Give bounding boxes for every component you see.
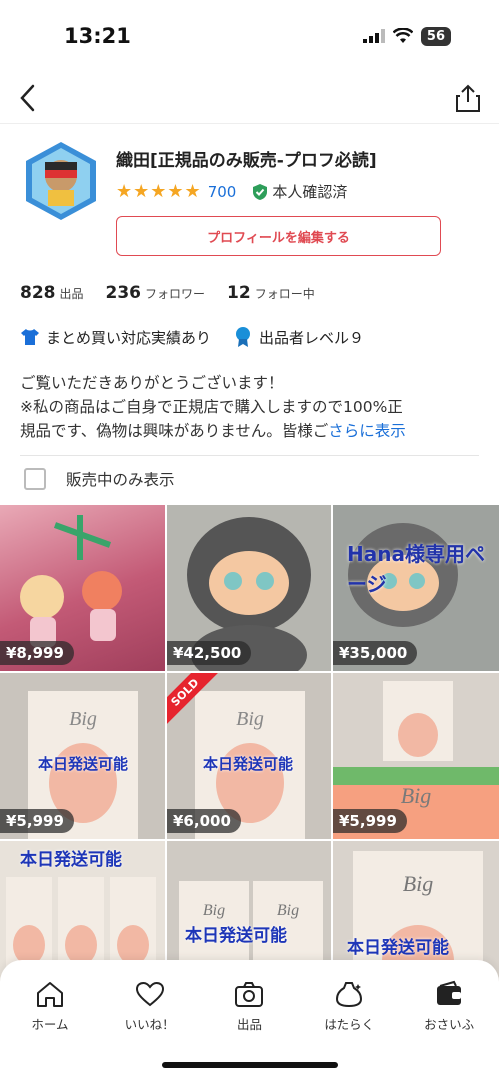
product-grid: ¥8,999 ¥42,500 Hana様専用ページ ¥35,000 Big 本日…: [0, 505, 499, 1005]
status-time: 13:21: [64, 24, 131, 48]
badge-label: 出品者レベル９: [259, 328, 365, 347]
wifi-icon: [392, 28, 413, 43]
divider: [20, 455, 479, 456]
rating-row[interactable]: ★★★★★ 700 本人確認済: [116, 181, 479, 202]
stat-following[interactable]: 12 フォロー中: [227, 283, 315, 303]
bulk-purchase-badge: まとめ買い対応実績あり: [20, 326, 211, 348]
tab-label: ホーム: [31, 1017, 69, 1032]
home-indicator: [162, 1062, 338, 1068]
status-bar: 13:21 56: [0, 0, 499, 72]
seller-badges: まとめ買い対応実績あり 出品者レベル９: [20, 326, 364, 348]
item-overlay-text: 本日発送可能: [347, 938, 449, 958]
stat-label: フォロー中: [254, 287, 315, 301]
tab-wallet[interactable]: おさいふ: [404, 980, 494, 1080]
item-overlay-text: 本日発送可能: [203, 755, 294, 773]
work-bag-icon: [336, 982, 363, 1008]
description-line: ご覧いただきありがとうございます！: [20, 374, 284, 392]
svg-text:Big: Big: [203, 902, 225, 919]
tab-label: 出品: [236, 1017, 262, 1032]
item-price: ¥35,000: [333, 641, 418, 665]
stat-label: フォロワー: [145, 287, 206, 301]
verified-check-icon: [253, 183, 268, 200]
heart-icon: [135, 981, 164, 1007]
stat-label: 出品: [59, 287, 84, 301]
show-more-link[interactable]: さらに表示: [328, 422, 406, 440]
stat-followers[interactable]: 236 フォロワー: [106, 283, 206, 303]
profile-description: ご覧いただきありがとうございます！ ※私の商品はご自身で正規店で購入しますので1…: [20, 371, 482, 443]
item-price: ¥42,500: [167, 641, 252, 665]
back-icon[interactable]: [18, 83, 38, 113]
rating-stars: ★★★★★: [116, 181, 202, 202]
item-price: ¥5,999: [0, 809, 74, 833]
item-price: ¥8,999: [0, 641, 74, 665]
tab-label: はたらく: [324, 1017, 375, 1032]
item-price: ¥6,000: [167, 809, 241, 833]
nav-bar: [0, 72, 499, 124]
item-price: ¥5,999: [333, 809, 407, 833]
product-tile[interactable]: Big ¥5,999: [333, 673, 499, 839]
verified-badge: 本人確認済: [252, 181, 347, 202]
item-overlay-text: 本日発送可能: [38, 755, 129, 773]
tab-home[interactable]: ホーム: [5, 980, 95, 1080]
badge-label: まとめ買い対応実績あり: [46, 328, 212, 347]
profile-header: 織田[正規品のみ販売-プロフ必読] ★★★★★ 700 本人確認済 プロフィール…: [20, 140, 479, 256]
item-overlay-text: 本日発送可能: [185, 926, 287, 946]
product-tile[interactable]: ¥8,999: [0, 505, 165, 671]
profile-info: 織田[正規品のみ販売-プロフ必読] ★★★★★ 700 本人確認済 プロフィール…: [116, 140, 479, 256]
description-line: ※私の商品はご自身で正規店で購入しますので100%正: [20, 398, 403, 416]
item-overlay-text: Hana様専用ページ: [347, 542, 485, 596]
seller-level-badge: 出品者レベル９: [233, 326, 364, 348]
svg-text:Big: Big: [403, 871, 434, 896]
description-line: 規品です、偽物は興味がありません。皆様ごさらに表示: [20, 422, 406, 440]
avatar[interactable]: [20, 140, 102, 222]
tab-label: いいね！: [124, 1017, 175, 1032]
svg-text:Big: Big: [236, 708, 264, 730]
on-sale-checkbox[interactable]: [24, 468, 46, 490]
share-icon[interactable]: [455, 83, 481, 113]
stat-number: 828: [20, 283, 56, 303]
product-tile[interactable]: Big 本日発送可能 ¥5,999: [0, 673, 165, 839]
tab-label: おさいふ: [424, 1017, 475, 1032]
product-tile[interactable]: Hana様専用ページ ¥35,000: [333, 505, 499, 671]
profile-stats: 828 出品 236 フォロワー 12 フォロー中: [20, 283, 315, 303]
stat-number: 236: [105, 283, 142, 303]
item-overlay-text: 本日発送可能: [20, 850, 122, 870]
home-icon: [36, 982, 63, 1007]
wallet-icon: [437, 980, 462, 1005]
camera-icon: [235, 982, 264, 1007]
svg-text:Big: Big: [277, 902, 299, 919]
shirt-icon: [21, 329, 39, 345]
product-tile[interactable]: ¥42,500: [167, 505, 331, 671]
stat-listings[interactable]: 828 出品: [20, 283, 84, 303]
rating-count[interactable]: 700: [208, 183, 237, 201]
profile-name: 織田[正規品のみ販売-プロフ必読]: [116, 151, 377, 171]
battery-indicator: 56: [420, 26, 451, 46]
verified-label: 本人確認済: [272, 183, 348, 201]
svg-text:Big: Big: [401, 783, 432, 808]
status-icons: 56: [362, 26, 451, 46]
medal-icon: [236, 327, 251, 347]
svg-text:Big: Big: [69, 708, 97, 730]
on-sale-filter[interactable]: 販売中のみ表示: [24, 468, 175, 490]
product-tile[interactable]: Big SOLD 本日発送可能 ¥6,000: [167, 673, 331, 839]
stat-number: 12: [227, 283, 251, 303]
edit-profile-button[interactable]: プロフィールを編集する: [116, 216, 441, 256]
signal-icon: [362, 29, 385, 43]
filter-label: 販売中のみ表示: [66, 471, 175, 489]
